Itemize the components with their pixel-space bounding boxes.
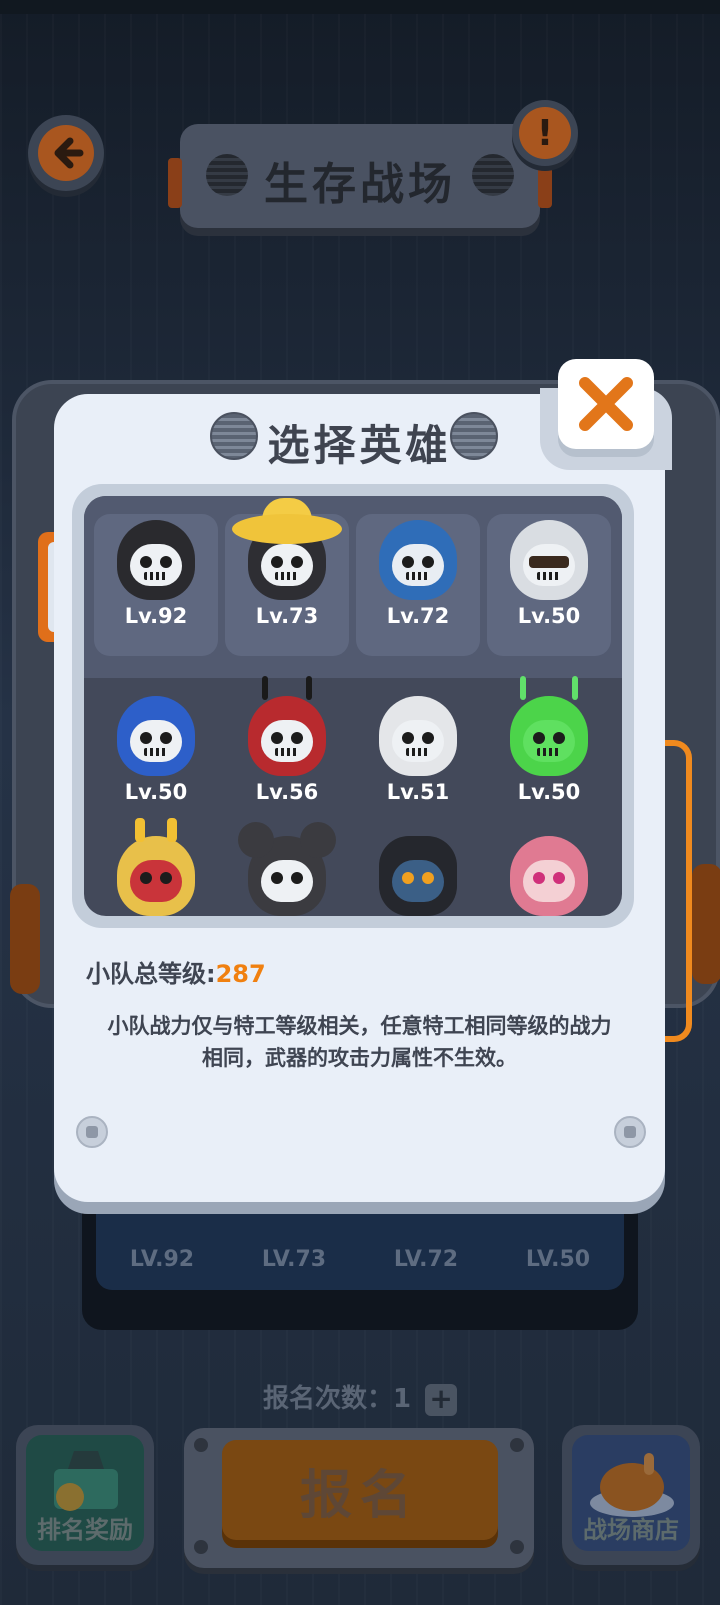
roster-hero-card[interactable]: Lv.51 [353,696,483,804]
power-note: 小队战力仅与特工等级相关，任意特工相同等级的战力 相同，武器的攻击力属性不生效。 [107,1014,612,1070]
rank-reward-button[interactable]: 排名奖励 [16,1425,154,1565]
headphone-mech-icon [379,836,457,916]
hero-list[interactable]: Lv.92 Lv.73 Lv.72 Lv.50 Lv.50 Lv.56 Lv.5… [84,496,622,916]
current-team-row: Lv.92 Lv.73 Lv.72 Lv.50 [84,496,622,678]
status-strip [0,0,720,14]
rank-reward-label: 排名奖励 [37,1516,133,1544]
team-level: LV.73 [261,1247,327,1272]
hero-level: Lv.92 [124,604,188,628]
arena-shop-label: 战场商店 [583,1516,679,1544]
team-level: LV.72 [393,1247,459,1272]
bolt-icon [76,1116,108,1148]
team-total-level: 小队总等级:287 [86,960,266,988]
add-signup-button[interactable]: + [425,1383,458,1416]
close-x-icon [579,377,633,431]
red-hood-skull-icon [248,676,326,776]
team-hero-card[interactable]: Lv.92 [91,520,221,628]
signup-frame: 报名 [184,1428,534,1568]
hero-level: Lv.51 [386,780,450,804]
close-button[interactable] [558,359,654,449]
hero-level: Lv.72 [386,604,450,628]
team-level: LV.50 [525,1247,591,1272]
hero-level: Lv.50 [517,604,581,628]
yellow-antenna-skull-icon [117,818,195,916]
hero-level: Lv.56 [255,780,319,804]
team-hero-card[interactable]: Lv.50 [484,520,614,628]
hero-level: Lv.50 [517,780,581,804]
hero-level: Lv.73 [255,604,319,628]
roster-hero-card[interactable]: Lv.50 [91,696,221,804]
white-hood-sunglasses-icon [510,520,588,600]
roster-hero-card[interactable]: Lv.50 [484,676,614,804]
team-level: LV.92 [129,1247,195,1272]
hero-list-frame: Lv.92 Lv.73 Lv.72 Lv.50 Lv.50 Lv.56 Lv.5… [72,484,634,928]
bolt-icon [614,1116,646,1148]
black-hood-skull-icon [117,520,195,600]
hero-level: Lv.50 [124,780,188,804]
mouse-ears-skull-icon [238,822,336,916]
exclamation-icon: ! [519,107,571,159]
pink-hood-ninja-icon [510,836,588,916]
blue-hood-skull-icon [117,696,195,776]
roster-hero-card[interactable] [91,818,221,916]
straw-hat-skull-icon [232,498,342,600]
signup-button[interactable]: 报名 [222,1440,498,1540]
roster-hero-card[interactable]: Lv.56 [222,676,352,804]
back-button[interactable] [28,115,104,191]
team-hero-card[interactable]: Lv.72 [353,520,483,628]
select-hero-dialog: 选择英雄 Lv.92 Lv.73 Lv.72 Lv.50 Lv.50 Lv.56… [54,388,672,1202]
roster-hero-card[interactable] [484,836,614,916]
green-alien-skull-icon [510,676,588,776]
signup-count: 报名次数：1 + [0,1378,720,1416]
title-plate: 生存战场 [168,124,552,228]
info-button[interactable]: ! [512,100,578,166]
white-hood-skull-icon [379,696,457,776]
back-arrow-icon [38,125,94,181]
roster-hero-card[interactable] [222,822,352,916]
roster-hero-card[interactable] [353,836,483,916]
page-title: 生存战场 [264,159,456,210]
arena-shop-button[interactable]: 战场商店 [562,1425,700,1565]
team-total-level-value: 287 [215,960,266,988]
team-hero-card[interactable]: Lv.73 [222,498,352,628]
captain-blue-skull-icon [379,520,457,600]
reward-chest-icon [54,1451,118,1511]
